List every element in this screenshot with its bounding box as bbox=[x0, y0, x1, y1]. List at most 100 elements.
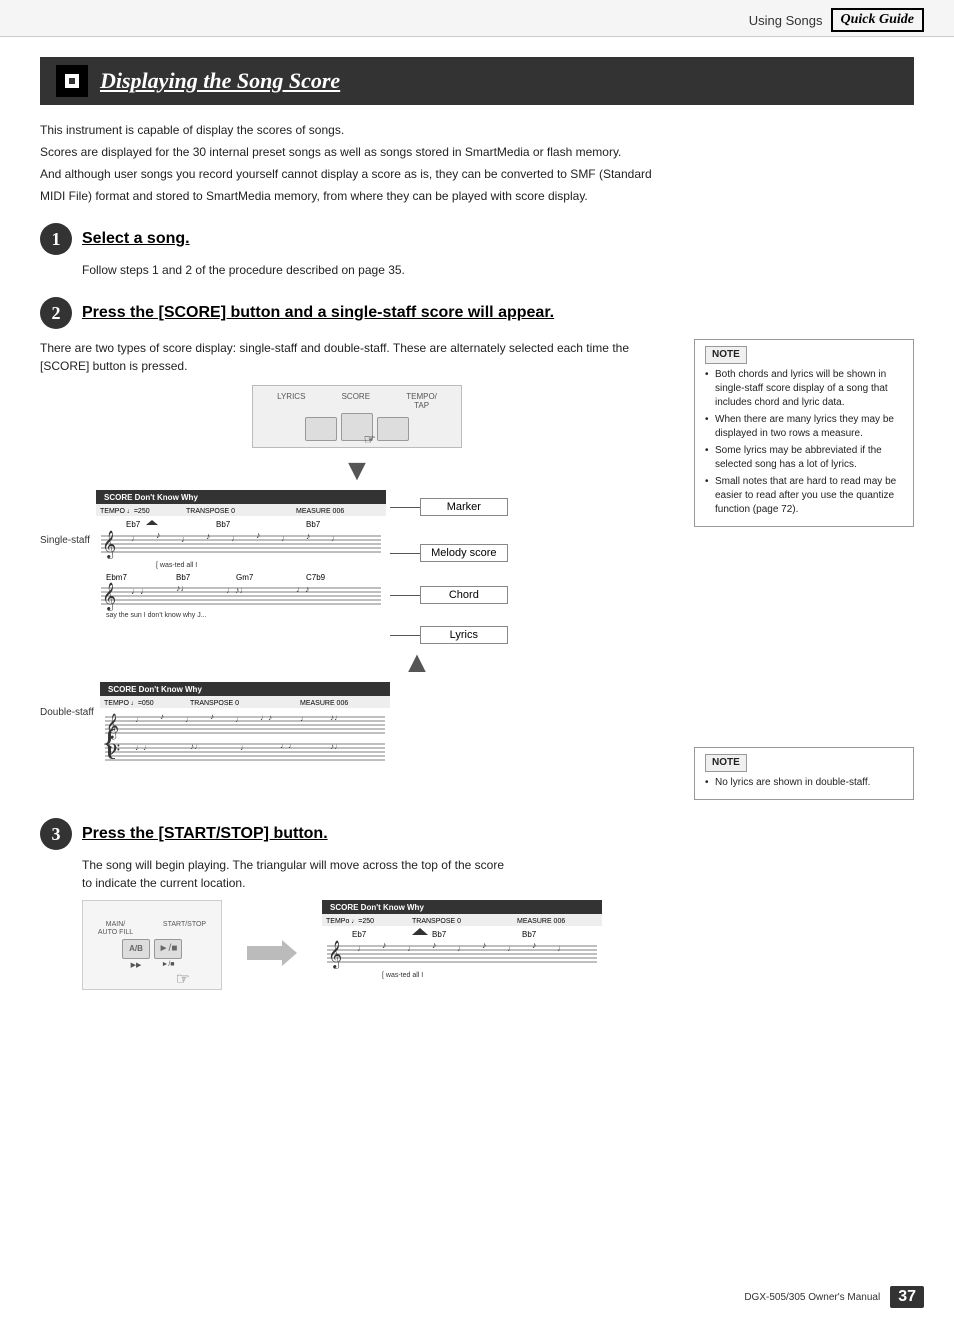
callout-chord-text: Chord bbox=[420, 586, 508, 604]
kb-label2: START/STOP bbox=[163, 921, 206, 936]
callout-marker-text: Marker bbox=[420, 498, 508, 516]
score1-container: SCORE Don't Know Why TEMPO ♩=250 TRANSPO… bbox=[96, 490, 386, 625]
svg-text:Eb7: Eb7 bbox=[126, 520, 141, 529]
svg-text:Bb7: Bb7 bbox=[522, 930, 537, 939]
svg-text:♪: ♪ bbox=[482, 940, 487, 950]
svg-text:♪: ♪ bbox=[306, 531, 311, 541]
svg-text:SCORE Don't Know Why: SCORE Don't Know Why bbox=[330, 903, 424, 912]
svg-text:SCORE Don't Know Why: SCORE Don't Know Why bbox=[104, 493, 198, 502]
note-item: When there are many lyrics they may be d… bbox=[705, 413, 903, 441]
score2-svg: SCORE Don't Know Why TEMPO ♩=050 TRANSPO… bbox=[100, 682, 390, 782]
note-item: Small notes that are hard to read may be… bbox=[705, 475, 903, 517]
lyrics-label: LYRICS bbox=[277, 392, 305, 410]
svg-text:Eb7: Eb7 bbox=[352, 930, 367, 939]
svg-text:TRANSPOSE 0: TRANSPOSE 0 bbox=[186, 508, 235, 515]
svg-text:♩♪: ♩♪ bbox=[296, 584, 310, 594]
header-quick-guide: Quick Guide bbox=[831, 8, 925, 32]
svg-text:TEMPO ♩=050: TEMPO ♩=050 bbox=[104, 700, 154, 707]
svg-text:Bb7: Bb7 bbox=[432, 930, 447, 939]
header: Using Songs Quick Guide bbox=[0, 0, 954, 37]
kb-labels: MAIN/AUTO FILL START/STOP bbox=[83, 921, 221, 936]
callout-labels: Marker Melody score Chord bbox=[390, 498, 508, 644]
step2-header: 2 Press the [SCORE] button and a single-… bbox=[40, 297, 914, 329]
step1-number: 1 bbox=[40, 223, 72, 255]
svg-text:[ was-ted all I: [ was-ted all I bbox=[156, 562, 197, 569]
svg-text:[ was-ted all I: [ was-ted all I bbox=[382, 972, 423, 979]
svg-text:♩: ♩ bbox=[185, 715, 193, 724]
svg-text:♪♩: ♪♩ bbox=[330, 713, 342, 722]
step2-left: There are two types of score display: si… bbox=[40, 339, 674, 800]
svg-text:♪♩: ♪♩ bbox=[330, 742, 342, 751]
footer: DGX-505/305 Owner's Manual 37 bbox=[744, 1286, 924, 1308]
svg-text:MEASURE 006: MEASURE 006 bbox=[517, 918, 565, 925]
step1-body: Follow steps 1 and 2 of the procedure de… bbox=[82, 261, 914, 279]
note-item: Both chords and lyrics will be shown in … bbox=[705, 368, 903, 410]
step1-header: 1 Select a song. bbox=[40, 223, 914, 255]
svg-text:♩: ♩ bbox=[281, 533, 290, 543]
tempo-tap-label: TEMPO/TAP bbox=[406, 392, 437, 410]
kb-label1: MAIN/AUTO FILL bbox=[98, 921, 133, 936]
step3-title: Press the [START/STOP] button. bbox=[82, 825, 328, 843]
svg-text:♪: ♪ bbox=[160, 712, 164, 721]
svg-text:1: 1 bbox=[52, 229, 61, 249]
svg-text:♪: ♪ bbox=[210, 712, 214, 721]
callout-melody-text: Melody score bbox=[420, 544, 508, 562]
svg-text:♩♪♩: ♩♪♩ bbox=[226, 585, 249, 595]
svg-text:♩: ♩ bbox=[507, 943, 516, 953]
callout-marker: Marker bbox=[390, 498, 508, 516]
note-box-2: NOTE No lyrics are shown in double-staff… bbox=[694, 747, 914, 800]
intro-line2: Scores are displayed for the 30 internal… bbox=[40, 143, 914, 161]
content: Displaying the Song Score This instrumen… bbox=[0, 37, 954, 1037]
step3-body: The song will begin playing. The triangu… bbox=[82, 856, 914, 892]
svg-text:TRANSPOSE 0: TRANSPOSE 0 bbox=[412, 918, 461, 925]
callout-lyrics-text: Lyrics bbox=[420, 626, 508, 644]
svg-text:♩♩: ♩♩ bbox=[135, 743, 151, 752]
svg-text:♩: ♩ bbox=[300, 714, 308, 723]
svg-text:Bb7: Bb7 bbox=[216, 520, 231, 529]
svg-text:♩: ♩ bbox=[131, 533, 140, 543]
step1-title: Select a song. bbox=[82, 230, 190, 248]
svg-text:Bb7: Bb7 bbox=[176, 573, 191, 582]
callout-lyrics: Lyrics bbox=[390, 626, 508, 644]
note-item: No lyrics are shown in double-staff. bbox=[705, 776, 903, 790]
svg-text:say the sun I don't kn: say the sun I don't know why J... bbox=[106, 612, 207, 619]
step1-section: 1 Select a song. Follow steps 1 and 2 of… bbox=[40, 223, 914, 279]
keyboard-image: MAIN/AUTO FILL START/STOP A/B ▶▶ ►/■ ►/■… bbox=[82, 900, 222, 990]
footer-text: DGX-505/305 Owner's Manual bbox=[744, 1292, 880, 1303]
svg-text:♪: ♪ bbox=[206, 531, 211, 541]
svg-text:𝄞: 𝄞 bbox=[102, 531, 116, 559]
step2-layout: There are two types of score display: si… bbox=[40, 339, 914, 800]
start-stop-button[interactable]: ►/■ bbox=[154, 939, 182, 959]
ab-button[interactable]: A/B bbox=[122, 939, 150, 959]
page: Using Songs Quick Guide Displaying the S… bbox=[0, 0, 954, 1318]
note-item: Some lyrics may be abbreviated if the se… bbox=[705, 444, 903, 472]
svg-text:♩: ♩ bbox=[407, 943, 416, 953]
step3-layout: MAIN/AUTO FILL START/STOP A/B ▶▶ ►/■ ►/■… bbox=[82, 900, 914, 1005]
score-label: SCORE bbox=[342, 392, 370, 410]
single-staff-area: Single-staff SCORE Don't Know Why TEMPO … bbox=[40, 490, 674, 644]
svg-text:♩♪: ♩♪ bbox=[260, 713, 272, 722]
note-box-1-title: NOTE bbox=[705, 346, 747, 364]
title-bar: Displaying the Song Score bbox=[40, 57, 914, 105]
step3-number: 3 bbox=[40, 818, 72, 850]
svg-text:♩: ♩ bbox=[557, 943, 566, 953]
header-using-songs: Using Songs bbox=[749, 13, 823, 28]
svg-text:{: { bbox=[101, 722, 118, 762]
svg-text:3: 3 bbox=[52, 824, 61, 844]
page-title: Displaying the Song Score bbox=[100, 68, 340, 94]
svg-text:♩: ♩ bbox=[135, 715, 143, 724]
svg-text:♪: ♪ bbox=[256, 530, 261, 540]
svg-text:♩: ♩ bbox=[231, 533, 240, 543]
step2-number: 2 bbox=[40, 297, 72, 329]
step2-body: There are two types of score display: si… bbox=[40, 339, 674, 375]
svg-text:TRANSPOSE 0: TRANSPOSE 0 bbox=[190, 700, 239, 707]
svg-text:♩: ♩ bbox=[240, 743, 248, 752]
note-box-2-title: NOTE bbox=[705, 754, 747, 772]
section-icon bbox=[56, 65, 88, 97]
svg-text:Gm7: Gm7 bbox=[236, 573, 254, 582]
svg-text:♪: ♪ bbox=[156, 530, 161, 540]
svg-text:♩: ♩ bbox=[181, 534, 190, 544]
step3-arrow bbox=[242, 900, 302, 1005]
svg-text:♪: ♪ bbox=[432, 940, 437, 950]
intro-line1: This instrument is capable of display th… bbox=[40, 121, 914, 139]
